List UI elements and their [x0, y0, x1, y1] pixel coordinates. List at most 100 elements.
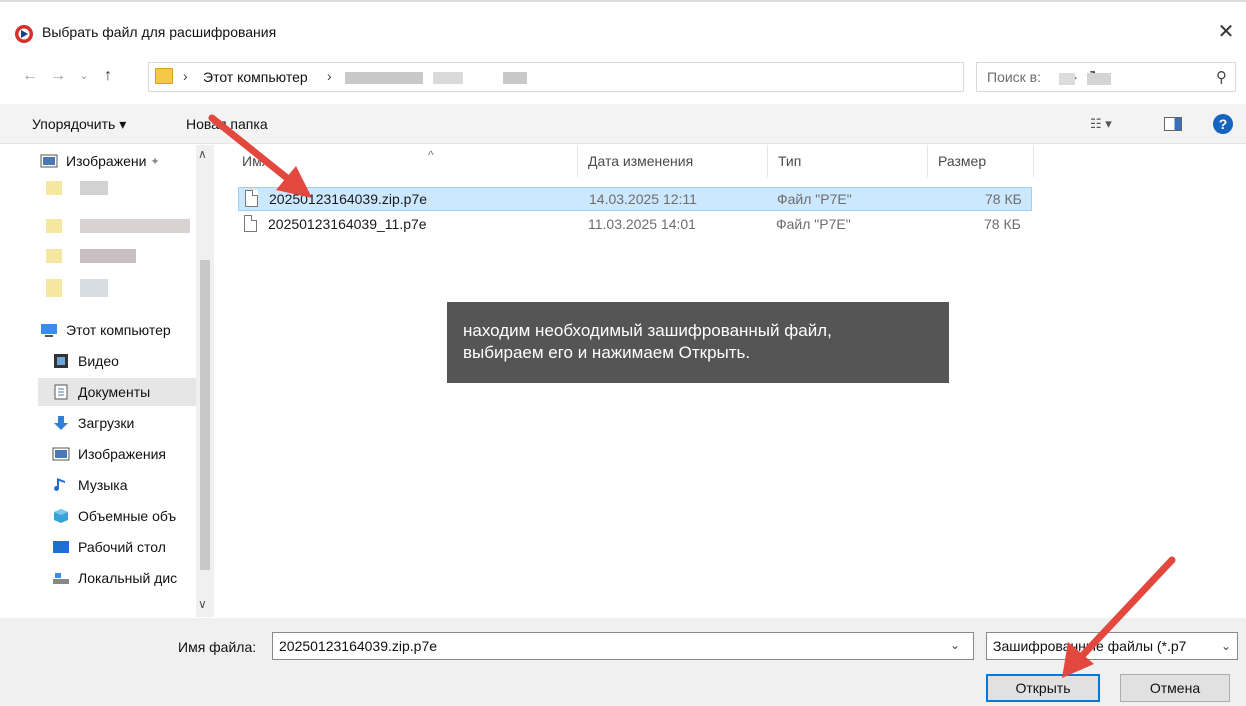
column-header-label: Имя	[242, 153, 270, 169]
pin-icon: ✦	[150, 155, 160, 168]
column-header-label: Дата изменения	[588, 153, 694, 169]
3d-objects-icon	[54, 509, 68, 523]
file-size: 78 КБ	[985, 191, 1022, 207]
column-header-label: Размер	[938, 153, 987, 169]
sidebar-item-this-pc[interactable]: Этот компьютер	[40, 316, 171, 344]
sidebar-item-label: Музыка	[78, 477, 128, 493]
sidebar-item-downloads[interactable]: Загрузки	[52, 409, 134, 437]
forward-arrow-icon[interactable]: →	[48, 66, 68, 86]
local-disk-icon	[53, 573, 69, 584]
sidebar-item-label: Объемные объ	[78, 508, 177, 524]
filename-input[interactable]	[272, 632, 974, 660]
file-icon	[245, 190, 258, 207]
chevron-down-icon: ⌄	[1220, 639, 1231, 653]
column-header-type[interactable]: Тип	[770, 145, 928, 177]
sidebar-item-3d-objects[interactable]: Объемные объ	[52, 502, 176, 530]
scroll-up-icon[interactable]: ∧	[198, 147, 207, 161]
redacted-path	[1087, 73, 1111, 85]
documents-icon	[54, 384, 68, 400]
breadcrumb-separator-icon: ›	[183, 68, 188, 84]
address-row: ← → ⌄ ↑ › Этот компьютер › ⌄ ↻ Поиск в: …	[0, 60, 1246, 94]
sidebar-item-label: Изображени	[66, 153, 147, 169]
sidebar-item-desktop[interactable]: Рабочий стол	[52, 533, 166, 561]
table-row[interactable]: 20250123164039_11.p7e 11.03.2025 14:01 Ф…	[238, 213, 1032, 237]
video-icon	[54, 354, 68, 368]
breadcrumb-separator-icon: ›	[327, 68, 332, 84]
top-border	[0, 0, 1246, 2]
sort-ascending-icon: ^	[428, 148, 434, 162]
help-icon[interactable]: ?	[1213, 114, 1233, 134]
sidebar-item-label: Локальный дис	[78, 570, 178, 586]
sidebar-item-label: Изображения	[78, 446, 166, 462]
file-size: 78 КБ	[984, 216, 1021, 232]
redacted-entry	[46, 279, 62, 297]
organize-button[interactable]: Упорядочить ▾	[32, 116, 126, 133]
search-icon: ⚲	[1216, 69, 1227, 86]
file-date: 11.03.2025 14:01	[588, 216, 696, 232]
nav-scrollbar-thumb[interactable]	[200, 260, 210, 570]
column-header-name[interactable]: Имя ^	[242, 145, 578, 177]
address-bar[interactable]: › Этот компьютер › ⌄ ↻	[148, 62, 1102, 92]
sidebar-item-documents[interactable]: Документы	[38, 378, 196, 406]
filetype-value: Зашифрованные файлы (*.p7	[993, 638, 1187, 654]
sidebar-item-label: Рабочий стол	[78, 539, 166, 555]
app-logo-icon	[15, 25, 33, 43]
folder-icon	[155, 68, 173, 84]
filename-dropdown-icon[interactable]: ⌄	[950, 638, 960, 652]
redacted-path	[433, 72, 463, 84]
sidebar-item-label: Загрузки	[78, 415, 135, 431]
recent-locations-icon[interactable]: ⌄	[74, 66, 94, 86]
sidebar-item-label: Этот компьютер	[66, 322, 171, 338]
cancel-button[interactable]: Отмена	[1120, 674, 1230, 702]
search-placeholder: Поиск в:	[987, 69, 1042, 85]
up-arrow-icon[interactable]: ↑	[98, 66, 118, 86]
command-bar: Упорядочить ▾ Новая папка ☷ ▾ ?	[0, 104, 1246, 144]
filename-label: Имя файла:	[178, 639, 257, 655]
redacted-path	[503, 72, 527, 84]
sidebar-item-video[interactable]: Видео	[52, 347, 119, 375]
redacted-entry	[80, 181, 108, 195]
close-icon[interactable]: ✕	[1214, 20, 1238, 44]
dialog-footer: Имя файла: ⌄ Зашифрованные файлы (*.p7 ⌄…	[0, 618, 1246, 706]
sidebar-item-pictures-pinned[interactable]: Изображени ✦	[40, 147, 160, 175]
callout-line: выбираем его и нажимаем Открыть.	[463, 343, 751, 362]
open-button[interactable]: Открыть	[986, 674, 1100, 702]
search-input[interactable]: Поиск в: ⚲	[976, 62, 1236, 92]
desktop-icon	[53, 541, 69, 553]
column-header-date[interactable]: Дата изменения	[580, 145, 768, 177]
file-icon	[244, 215, 257, 232]
sidebar-item-music[interactable]: Музыка	[52, 471, 128, 499]
window-title: Выбрать файл для расшифрования	[42, 24, 277, 40]
scroll-down-icon[interactable]: ∨	[198, 597, 207, 611]
sidebar-item-label: Видео	[78, 353, 119, 369]
redacted-path	[1059, 73, 1075, 85]
change-view-icon[interactable]: ☷ ▾	[1090, 116, 1122, 134]
preview-pane-icon[interactable]	[1164, 117, 1182, 131]
column-header-label: Тип	[778, 153, 802, 169]
file-name: 20250123164039_11.p7e	[268, 216, 427, 232]
column-header-size[interactable]: Размер	[930, 145, 1034, 177]
file-date: 14.03.2025 12:11	[589, 191, 697, 207]
redacted-entry	[80, 219, 190, 233]
table-row[interactable]: 20250123164039.zip.p7e 14.03.2025 12:11 …	[238, 187, 1032, 211]
sidebar-item-pictures[interactable]: Изображения	[52, 440, 166, 468]
redacted-entry	[46, 219, 62, 233]
music-icon	[54, 478, 65, 491]
redacted-path	[345, 72, 423, 84]
redacted-entry	[46, 181, 62, 195]
new-folder-button[interactable]: Новая папка	[186, 116, 268, 132]
file-name: 20250123164039.zip.p7e	[269, 191, 428, 207]
pictures-icon	[52, 447, 70, 461]
file-type: Файл "P7E"	[776, 216, 851, 232]
filetype-select[interactable]: Зашифрованные файлы (*.p7 ⌄	[986, 632, 1238, 660]
computer-icon	[41, 324, 57, 337]
redacted-entry	[46, 249, 62, 263]
back-arrow-icon[interactable]: ←	[20, 66, 40, 86]
title-bar: Выбрать файл для расшифрования ✕	[0, 14, 1246, 52]
sidebar-item-label: Документы	[78, 384, 151, 400]
downloads-icon	[54, 416, 68, 430]
navigation-pane: Изображени ✦ Этот компьютер Видео Докуме…	[0, 145, 215, 617]
sidebar-item-local-disk[interactable]: Локальный дис	[52, 564, 177, 592]
breadcrumb-this-pc[interactable]: Этот компьютер	[203, 69, 308, 85]
file-type: Файл "P7E"	[777, 191, 852, 207]
